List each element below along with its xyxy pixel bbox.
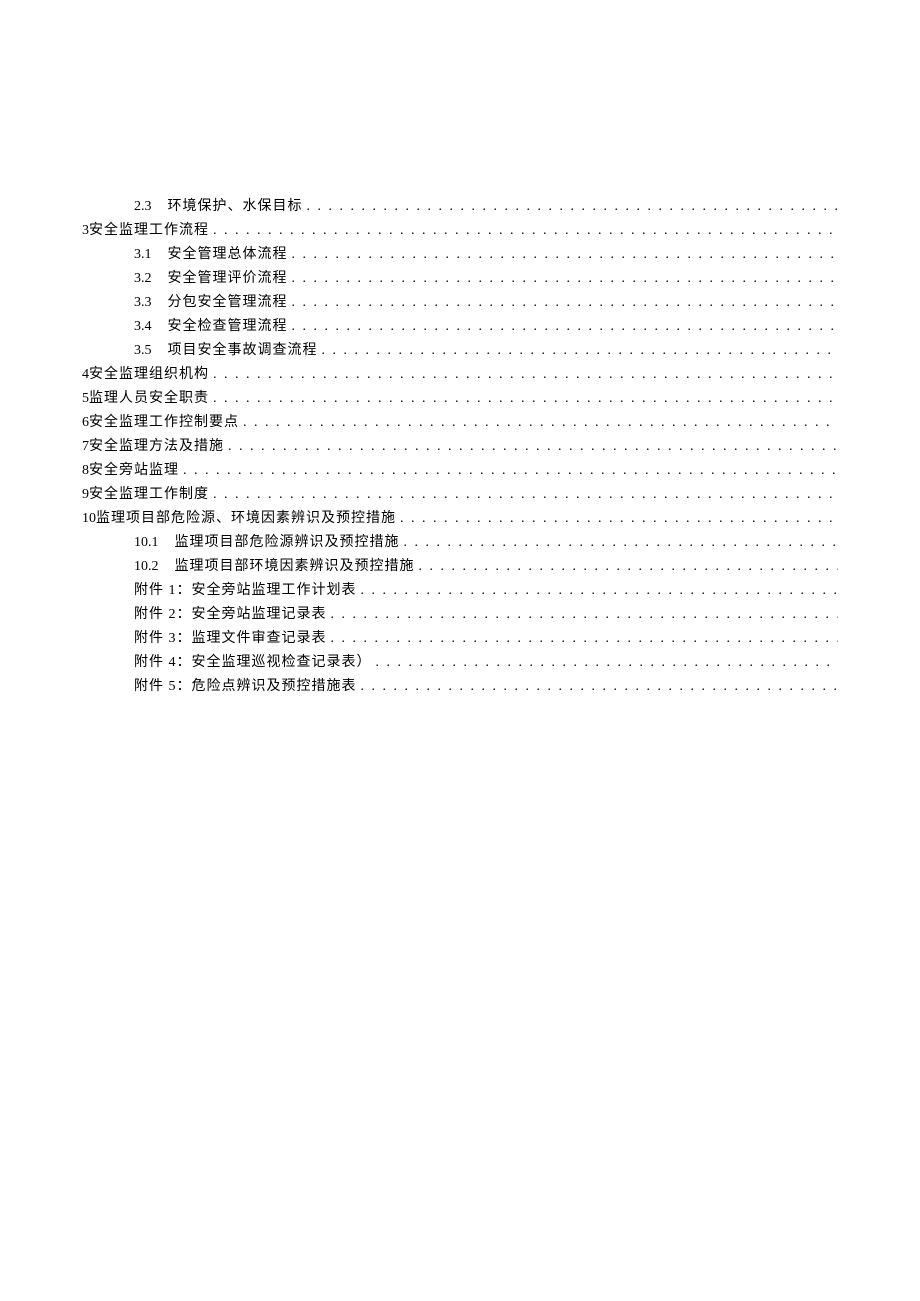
- toc-entry: 5监理人员安全职责. . . . . . . . . . . . . . . .…: [82, 387, 838, 411]
- toc-leader-dots: . . . . . . . . . . . . . . . . . . . . …: [361, 579, 839, 603]
- toc-entry: 3.1 安全管理总体流程. . . . . . . . . . . . . . .…: [82, 243, 838, 267]
- toc-leader-dots: . . . . . . . . . . . . . . . . . . . . …: [292, 291, 839, 315]
- toc-entry: 10监理项目部危险源、环境因素辨识及预控措施. . . . . . . . . …: [82, 507, 838, 531]
- toc-entry: 10.2 监理项目部环境因素辨识及预控措施. . . . . . . . . . …: [82, 555, 838, 579]
- toc-title: 监理项目部危险源辨识及预控措施: [175, 531, 400, 555]
- toc-entry: 2.3 环境保护、水保目标. . . . . . . . . . . . . . …: [82, 195, 838, 219]
- toc-number: 5: [82, 387, 89, 411]
- toc-title: 安全监理工作流程: [89, 219, 209, 243]
- toc-title: 分包安全管理流程: [168, 291, 288, 315]
- toc-title: 环境保护、水保目标: [168, 195, 303, 219]
- toc-title: 安全检查管理流程: [168, 315, 288, 339]
- toc-leader-dots: . . . . . . . . . . . . . . . . . . . . …: [292, 315, 839, 339]
- toc-entry: 附件 3：监理文件审查记录表. . . . . . . . . . . . . …: [82, 627, 838, 651]
- toc-title: 监理项目部环境因素辨识及预控措施: [175, 555, 415, 579]
- toc-number: 3.4: [134, 315, 152, 339]
- toc-leader-dots: . . . . . . . . . . . . . . . . . . . . …: [292, 267, 839, 291]
- toc-leader-dots: . . . . . . . . . . . . . . . . . . . . …: [213, 483, 838, 507]
- toc-number: 10.2: [134, 555, 159, 579]
- toc-leader-dots: . . . . . . . . . . . . . . . . . . . . …: [361, 675, 839, 699]
- toc-title: 项目安全事故调查流程: [168, 339, 318, 363]
- toc-title: 附件 3：监理文件审查记录表: [134, 627, 327, 651]
- toc-title: 安全监理方法及措施: [89, 435, 224, 459]
- toc-title: 监理人员安全职责: [89, 387, 209, 411]
- toc-entry: 7安全监理方法及措施. . . . . . . . . . . . . . . …: [82, 435, 838, 459]
- toc-number: 10.1: [134, 531, 159, 555]
- toc-entry: 3.2 安全管理评价流程. . . . . . . . . . . . . . .…: [82, 267, 838, 291]
- toc-title: 监理项目部危险源、环境因素辨识及预控措施: [96, 507, 396, 531]
- toc-leader-dots: . . . . . . . . . . . . . . . . . . . . …: [331, 627, 839, 651]
- toc-leader-dots: . . . . . . . . . . . . . . . . . . . . …: [213, 219, 838, 243]
- toc-leader-dots: . . . . . . . . . . . . . . . . . . . . …: [404, 531, 839, 555]
- toc-entry: 3.3 分包安全管理流程. . . . . . . . . . . . . . .…: [82, 291, 838, 315]
- toc-leader-dots: . . . . . . . . . . . . . . . . . . . . …: [419, 555, 839, 579]
- toc-number: 7: [82, 435, 89, 459]
- toc-leader-dots: . . . . . . . . . . . . . . . . . . . . …: [322, 339, 839, 363]
- toc-entry: 3安全监理工作流程. . . . . . . . . . . . . . . .…: [82, 219, 838, 243]
- toc-title: 附件 5：危险点辨识及预控措施表: [134, 675, 357, 699]
- toc-entry: 附件 4：安全监理巡视检查记录表）. . . . . . . . . . . .…: [82, 651, 838, 675]
- toc-title: 附件 1：安全旁站监理工作计划表: [134, 579, 357, 603]
- toc-entry: 3.4 安全检查管理流程. . . . . . . . . . . . . . .…: [82, 315, 838, 339]
- toc-entry: 9安全监理工作制度. . . . . . . . . . . . . . . .…: [82, 483, 838, 507]
- toc-entry: 10.1 监理项目部危险源辨识及预控措施. . . . . . . . . . .…: [82, 531, 838, 555]
- toc-title: 安全管理评价流程: [168, 267, 288, 291]
- toc-leader-dots: . . . . . . . . . . . . . . . . . . . . …: [183, 459, 838, 483]
- toc-number: 4: [82, 363, 89, 387]
- toc-number: 3.1: [134, 243, 152, 267]
- toc-leader-dots: . . . . . . . . . . . . . . . . . . . . …: [376, 651, 839, 675]
- toc-number: 3.2: [134, 267, 152, 291]
- toc-number: 8: [82, 459, 89, 483]
- toc-number: 2.3: [134, 195, 152, 219]
- toc-entry: 附件 1：安全旁站监理工作计划表. . . . . . . . . . . . …: [82, 579, 838, 603]
- toc-number: 9: [82, 483, 89, 507]
- toc-title: 附件 2：安全旁站监理记录表: [134, 603, 327, 627]
- toc-leader-dots: . . . . . . . . . . . . . . . . . . . . …: [307, 195, 839, 219]
- table-of-contents: 2.3环境保护、水保目标. . . . . . . . . . . . . . …: [82, 195, 838, 699]
- toc-number: 3.3: [134, 291, 152, 315]
- toc-entry: 3.5 项目安全事故调查流程. . . . . . . . . . . . . .…: [82, 339, 838, 363]
- toc-leader-dots: . . . . . . . . . . . . . . . . . . . . …: [331, 603, 839, 627]
- toc-leader-dots: . . . . . . . . . . . . . . . . . . . . …: [228, 435, 838, 459]
- toc-title: 安全旁站监理: [89, 459, 179, 483]
- toc-title: 安全监理组织机构: [89, 363, 209, 387]
- toc-number: 6: [82, 411, 89, 435]
- toc-number: 10: [82, 507, 96, 531]
- toc-title: 安全管理总体流程: [168, 243, 288, 267]
- toc-title: 附件 4：安全监理巡视检查记录表）: [134, 651, 372, 675]
- toc-entry: 附件 5：危险点辨识及预控措施表. . . . . . . . . . . . …: [82, 675, 838, 699]
- toc-entry: 附件 2：安全旁站监理记录表. . . . . . . . . . . . . …: [82, 603, 838, 627]
- toc-number: 3.5: [134, 339, 152, 363]
- toc-title: 安全监理工作控制要点: [89, 411, 239, 435]
- toc-entry: 6安全监理工作控制要点. . . . . . . . . . . . . . .…: [82, 411, 838, 435]
- toc-entry: 8安全旁站监理. . . . . . . . . . . . . . . . .…: [82, 459, 838, 483]
- toc-leader-dots: . . . . . . . . . . . . . . . . . . . . …: [292, 243, 839, 267]
- toc-leader-dots: . . . . . . . . . . . . . . . . . . . . …: [213, 387, 838, 411]
- toc-title: 安全监理工作制度: [89, 483, 209, 507]
- toc-number: 3: [82, 219, 89, 243]
- toc-leader-dots: . . . . . . . . . . . . . . . . . . . . …: [400, 507, 838, 531]
- toc-leader-dots: . . . . . . . . . . . . . . . . . . . . …: [243, 411, 838, 435]
- toc-leader-dots: . . . . . . . . . . . . . . . . . . . . …: [213, 363, 838, 387]
- toc-entry: 4安全监理组织机构. . . . . . . . . . . . . . . .…: [82, 363, 838, 387]
